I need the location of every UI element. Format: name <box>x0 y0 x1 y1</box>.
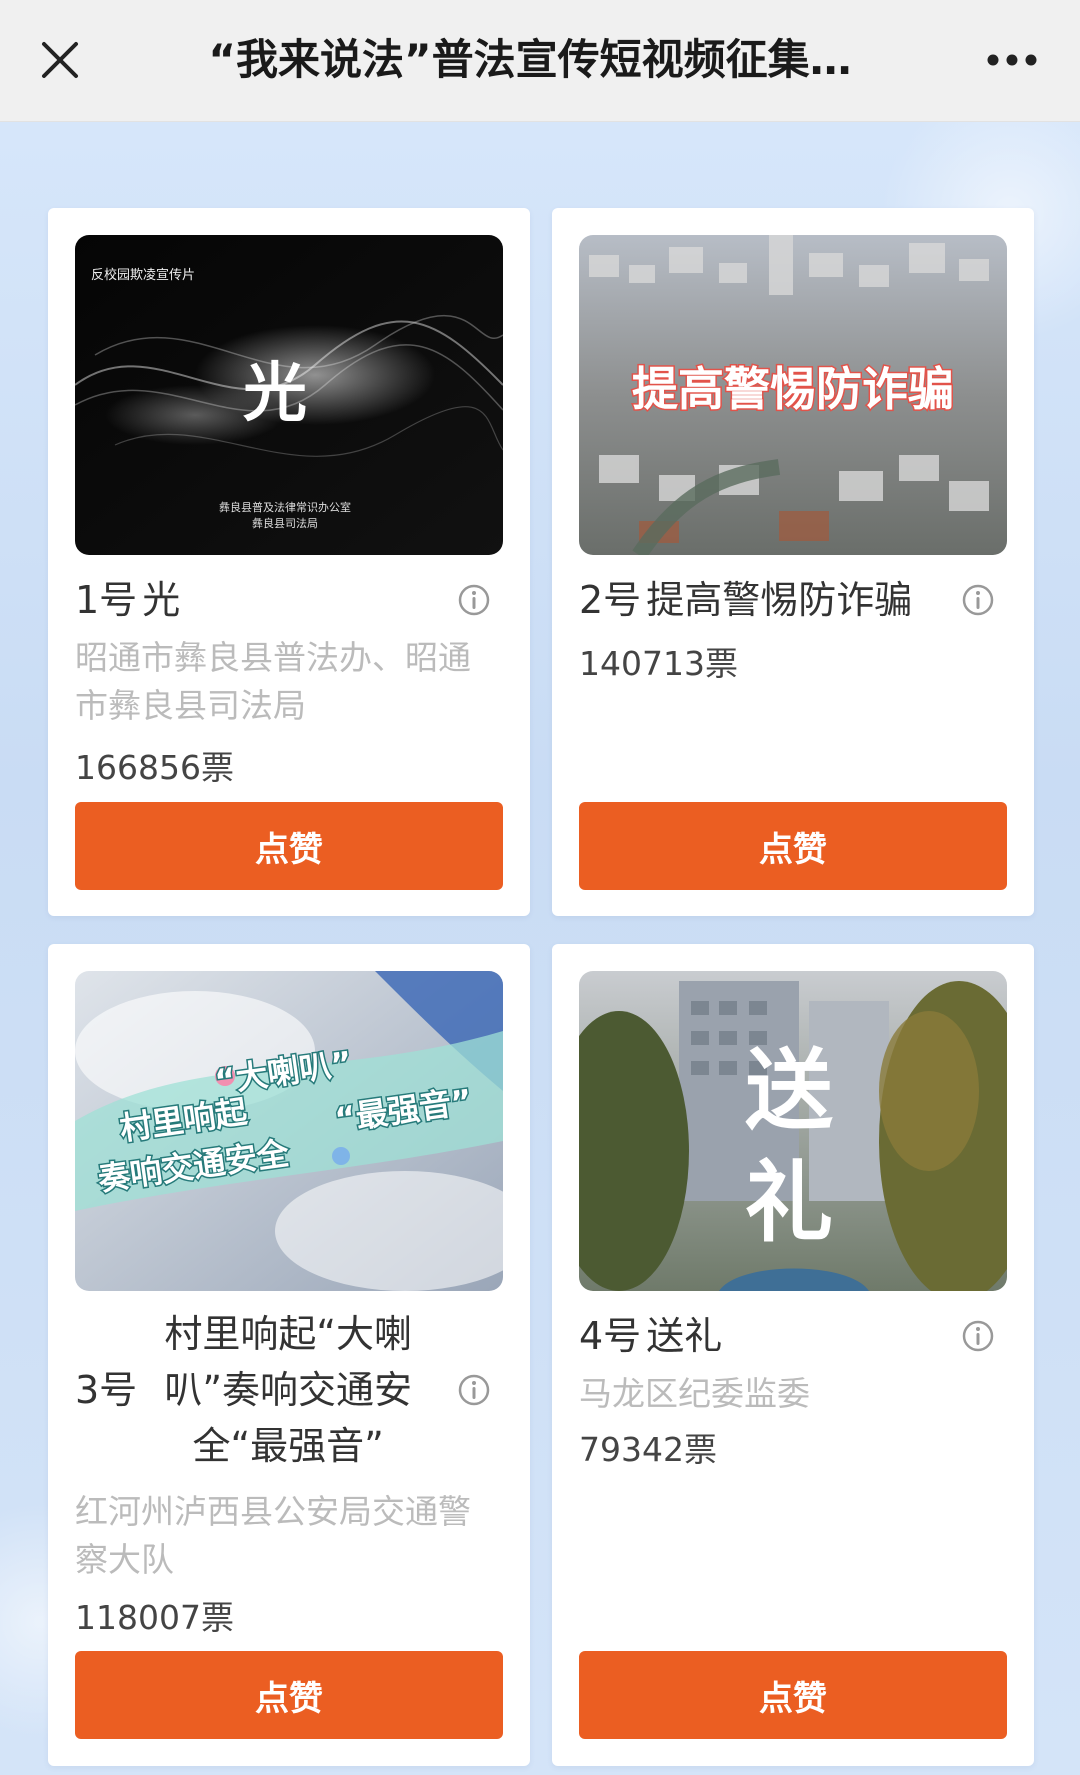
entry-number: 3号 <box>75 1368 138 1412</box>
like-button[interactable]: 点赞 <box>75 802 503 890</box>
title-line: 全“最强音” <box>192 1424 384 1468</box>
thumb-main-title: 礼 <box>745 1150 833 1254</box>
like-button[interactable]: 点赞 <box>75 1651 503 1739</box>
video-thumbnail[interactable]: 送 礼 <box>579 971 1007 1291</box>
entry-card-2: 提高警惕防诈骗 2号 提高警惕防诈骗 140713票 点赞 <box>552 208 1034 916</box>
vote-count: 79342票 <box>579 1430 717 1469</box>
thumbnail-image: 送 礼 <box>579 971 1007 1291</box>
entry-organization: 马龙区纪委监委 <box>579 1374 810 1413</box>
entry-title: 4号 送礼 <box>579 1308 1007 1364</box>
entry-title: 2号 提高警惕防诈骗 <box>579 572 1007 628</box>
entry-number: 1号 <box>75 578 138 622</box>
more-dots-icon <box>987 54 1037 66</box>
video-thumbnail[interactable]: 提高警惕防诈骗 <box>579 235 1007 555</box>
thumb-caption-bottom: 彝良县司法局 <box>252 516 318 530</box>
entry-organization: 红河州泸西县公安局交通警察大队 <box>75 1492 471 1579</box>
page-title: “我来说法”普法宣传短视频征集… <box>208 35 852 84</box>
like-button[interactable]: 点赞 <box>579 1651 1007 1739</box>
thumbnail-image: “大喇叭” 村里响起 奏响交通安全 “最强音” <box>75 971 503 1291</box>
entry-organization: 昭通市彝良县普法办、昭通市彝良县司法局 <box>75 638 471 725</box>
entry-title: 1号 光 <box>75 572 503 628</box>
video-thumbnail[interactable]: 反校园欺凌宣传片 光 彝良县普及法律常识办公室 彝良县司法局 <box>75 235 503 555</box>
vote-count: 118007票 <box>75 1598 234 1637</box>
entry-title-text: 送礼 <box>646 1314 723 1358</box>
entry-card-3: “大喇叭” 村里响起 奏响交通安全 “最强音” 3号 村里响起“大喇 叭”奏响交… <box>48 944 530 1766</box>
video-thumbnail[interactable]: “大喇叭” 村里响起 奏响交通安全 “最强音” <box>75 971 503 1291</box>
thumb-caption-top: 反校园欺凌宣传片 <box>91 267 195 283</box>
entry-card-4: 送 礼 4号 送礼 马龙区纪委监委 79342票 点赞 <box>552 944 1034 1766</box>
thumbnail-image: 反校园欺凌宣传片 光 彝良县普及法律常识办公室 彝良县司法局 <box>75 235 503 555</box>
entry-title-text: 光 <box>142 578 181 622</box>
more-options-button[interactable] <box>972 28 1052 92</box>
title-line: 村里响起“大喇 <box>164 1312 413 1356</box>
vote-count: 140713票 <box>579 644 738 683</box>
close-icon <box>42 42 78 78</box>
entry-title-text: 村里响起“大喇 叭”奏响交通安 全“最强音” <box>143 1306 433 1474</box>
entry-number: 2号 <box>579 578 642 622</box>
close-button[interactable] <box>28 28 92 92</box>
info-icon[interactable] <box>961 1319 995 1353</box>
entry-title-text: 提高警惕防诈骗 <box>646 578 913 622</box>
info-icon[interactable] <box>457 583 491 617</box>
like-button[interactable]: 点赞 <box>579 802 1007 890</box>
thumb-main-title: 光 <box>243 356 307 431</box>
vote-count: 166856票 <box>75 748 234 787</box>
info-icon[interactable] <box>961 583 995 617</box>
thumb-main-title: 送 <box>745 1038 833 1142</box>
title-line: 叭”奏响交通安 <box>164 1368 413 1412</box>
title-bar: “我来说法”普法宣传短视频征集… <box>0 0 1080 122</box>
entry-card-1: 反校园欺凌宣传片 光 彝良县普及法律常识办公室 彝良县司法局 1号 光 昭通市彝… <box>48 208 530 916</box>
vote-list: 反校园欺凌宣传片 光 彝良县普及法律常识办公室 彝良县司法局 1号 光 昭通市彝… <box>0 122 1080 1775</box>
info-icon[interactable] <box>457 1373 491 1407</box>
entry-title: 3号 村里响起“大喇 叭”奏响交通安 全“最强音” <box>75 1306 503 1474</box>
entry-number: 4号 <box>579 1314 642 1358</box>
thumb-caption-bottom: 彝良县普及法律常识办公室 <box>219 500 351 514</box>
thumbnail-image: 提高警惕防诈骗 <box>579 235 1007 555</box>
thumb-main-title: 提高警惕防诈骗 <box>632 362 954 416</box>
